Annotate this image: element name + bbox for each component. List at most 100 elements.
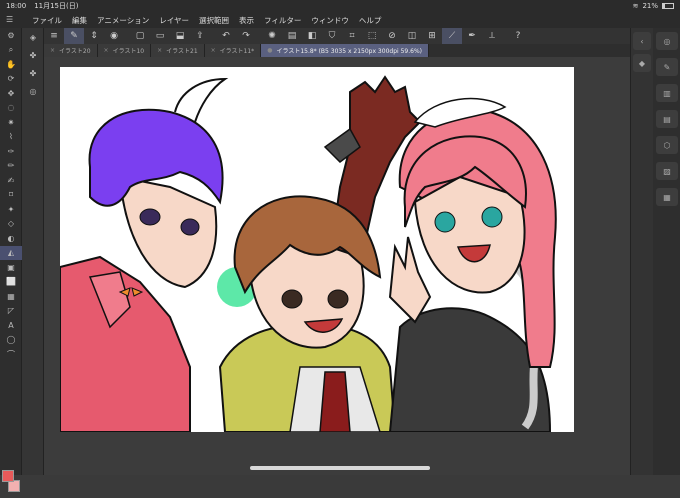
eraser-icon[interactable]: ◇ <box>0 217 22 232</box>
ruler-snap-icon[interactable]: ⟋ <box>442 28 462 44</box>
menu-filter[interactable]: フィルター <box>264 15 301 26</box>
navigator-panel-icon[interactable]: ◎ <box>656 32 678 50</box>
artwork-canvas[interactable] <box>60 67 574 432</box>
close-icon[interactable]: × <box>50 47 55 54</box>
fill-icon[interactable]: ◧ <box>302 28 322 44</box>
navigator-icon[interactable]: ◎ <box>22 82 44 100</box>
battery-percent: 21% <box>642 2 658 10</box>
frame-icon[interactable]: ▦ <box>0 289 22 304</box>
close-icon[interactable]: × <box>157 47 162 54</box>
color-set-icon[interactable]: ▨ <box>656 162 678 180</box>
close-icon[interactable]: × <box>104 47 109 54</box>
cut-icon[interactable]: ▤ <box>282 28 302 44</box>
share-icon[interactable]: ⇪ <box>190 28 210 44</box>
text-icon[interactable]: A <box>0 318 22 333</box>
app-menu-icon[interactable]: ☰ <box>6 15 13 24</box>
tab-doc[interactable]: × イラスト11* <box>204 44 262 57</box>
blend-icon[interactable]: ◐ <box>0 231 22 246</box>
open-folder-icon[interactable]: ▭ <box>150 28 170 44</box>
tool-property-icon[interactable]: ✎ <box>656 58 678 76</box>
rotate-icon[interactable]: ⟳ <box>0 72 22 87</box>
tab-doc[interactable]: × イラスト21 <box>151 44 205 57</box>
brush-tool-icon[interactable]: ✍ <box>0 173 22 188</box>
horns-hand <box>388 236 432 324</box>
decoration-icon[interactable]: ✦ <box>0 202 22 217</box>
bucket-icon[interactable]: ⛉ <box>322 28 342 44</box>
tab-label: イラスト10 <box>112 48 145 55</box>
panel-buttons: ◎ ✎ ▥ ▤ ⬡ ▨ ▦ <box>653 28 680 475</box>
help-bubble-icon[interactable]: ? <box>508 28 528 44</box>
save-icon[interactable]: ⬓ <box>170 28 190 44</box>
chevron-left-icon[interactable]: ‹ <box>633 32 651 50</box>
menu-animation[interactable]: アニメーション <box>97 15 149 26</box>
undo-icon[interactable]: ↶ <box>216 28 236 44</box>
tab-label: イラスト15.8* (B5 3035 x 2150px 300dpi 59.6%… <box>276 48 422 55</box>
menu-window[interactable]: ウィンドウ <box>311 15 349 26</box>
layers-icon[interactable]: ◆ <box>633 54 651 72</box>
menu-selection[interactable]: 選択範囲 <box>199 15 229 26</box>
left-character-face <box>118 175 218 289</box>
tab-label: イラスト20 <box>59 48 91 55</box>
gradient-icon[interactable]: ▣ <box>0 260 22 275</box>
home-indicator[interactable] <box>250 466 430 470</box>
close-icon[interactable]: × <box>211 47 216 54</box>
perspective-icon[interactable]: ⟂ <box>482 28 502 44</box>
close-icon[interactable]: ● <box>267 47 272 54</box>
new-file-icon[interactable]: ▢ <box>130 28 150 44</box>
transform-icon[interactable]: ⬚ <box>362 28 382 44</box>
pen-snap-icon[interactable]: ✒ <box>462 28 482 44</box>
menu-help[interactable]: ヘルプ <box>359 15 382 26</box>
crop-icon[interactable]: ⌗ <box>342 28 362 44</box>
menu-view[interactable]: 表示 <box>239 15 254 26</box>
pencil-icon[interactable]: ✏ <box>0 159 22 174</box>
menu-file[interactable]: ファイル <box>32 15 62 26</box>
chevron-updown-icon[interactable]: ⇕ <box>84 28 104 44</box>
pen-icon[interactable]: ✑ <box>0 144 22 159</box>
canvas-area[interactable] <box>44 57 630 475</box>
zoom-icon[interactable]: ⌕ <box>0 43 22 58</box>
balloon-icon[interactable]: ◯ <box>0 333 22 348</box>
redo-icon[interactable]: ↷ <box>236 28 256 44</box>
layer-panel-icon[interactable]: ▦ <box>656 188 678 206</box>
layer-icon[interactable]: ◈ <box>22 28 44 46</box>
tab-doc-active[interactable]: ● イラスト15.8* (B5 3035 x 2150px 300dpi 59.6… <box>261 44 429 57</box>
lasso-icon[interactable]: ◌ <box>0 101 22 116</box>
brush-icon[interactable]: ✎ <box>64 28 84 44</box>
airbrush-icon[interactable]: ⌑ <box>0 188 22 203</box>
left-eye <box>281 289 303 309</box>
wifi-icon: ≋ <box>632 2 639 10</box>
left-eye <box>434 211 456 233</box>
settings-icon[interactable]: ⚙ <box>0 28 22 43</box>
move-icon[interactable]: ✥ <box>0 86 22 101</box>
brush-size-icon[interactable]: ▥ <box>656 84 678 102</box>
menu-bar: ☰ ファイル 編集 アニメーション レイヤー 選択範囲 表示 フィルター ウィン… <box>0 12 680 28</box>
status-date: 11月15日(日) <box>34 2 79 10</box>
sub-tool-palette: ◈ ✤ ✤ ◎ <box>22 28 44 475</box>
figure-icon[interactable]: ⬜ <box>0 275 22 290</box>
magic-wand-icon[interactable]: ✷ <box>0 115 22 130</box>
status-bar: 18:00 11月15日(日) ≋ 21% <box>0 0 680 12</box>
correct-line-icon[interactable]: ⌒ <box>0 347 22 362</box>
snap-icon[interactable]: ⊞ <box>422 28 442 44</box>
color-swatches[interactable] <box>2 470 20 498</box>
clear-icon[interactable]: ✺ <box>262 28 282 44</box>
main-color-swatch[interactable] <box>2 470 14 482</box>
ruler-icon[interactable]: ◸ <box>0 304 22 319</box>
eyedropper-icon[interactable]: ⌇ <box>0 130 22 145</box>
tab-label: イラスト21 <box>166 48 198 55</box>
menu-edit[interactable]: 編集 <box>72 15 87 26</box>
menu-layer[interactable]: レイヤー <box>159 15 189 26</box>
invert-icon[interactable]: ◫ <box>402 28 422 44</box>
tab-doc[interactable]: × イラスト10 <box>97 44 152 57</box>
fill-tool-icon[interactable]: ◭ <box>0 245 22 260</box>
tab-doc[interactable]: × イラスト20 <box>44 44 98 57</box>
eye-icon[interactable]: ◉ <box>104 28 124 44</box>
hamburger-icon[interactable]: ≡ <box>44 28 64 44</box>
material-icon[interactable]: ⬡ <box>656 136 678 154</box>
hand-icon[interactable]: ✋ <box>0 57 22 72</box>
sub-brush-icon[interactable]: ✤ <box>22 46 44 64</box>
sub-brush-icon[interactable]: ✤ <box>22 64 44 82</box>
layer-property-icon[interactable]: ▤ <box>656 110 678 128</box>
tool-palette: ⚙ ⌕ ✋ ⟳ ✥ ◌ ✷ ⌇ ✑ ✏ ✍ ⌑ ✦ ◇ ◐ ◭ ▣ ⬜ ▦ ◸ … <box>0 28 22 492</box>
deselect-icon[interactable]: ⊘ <box>382 28 402 44</box>
